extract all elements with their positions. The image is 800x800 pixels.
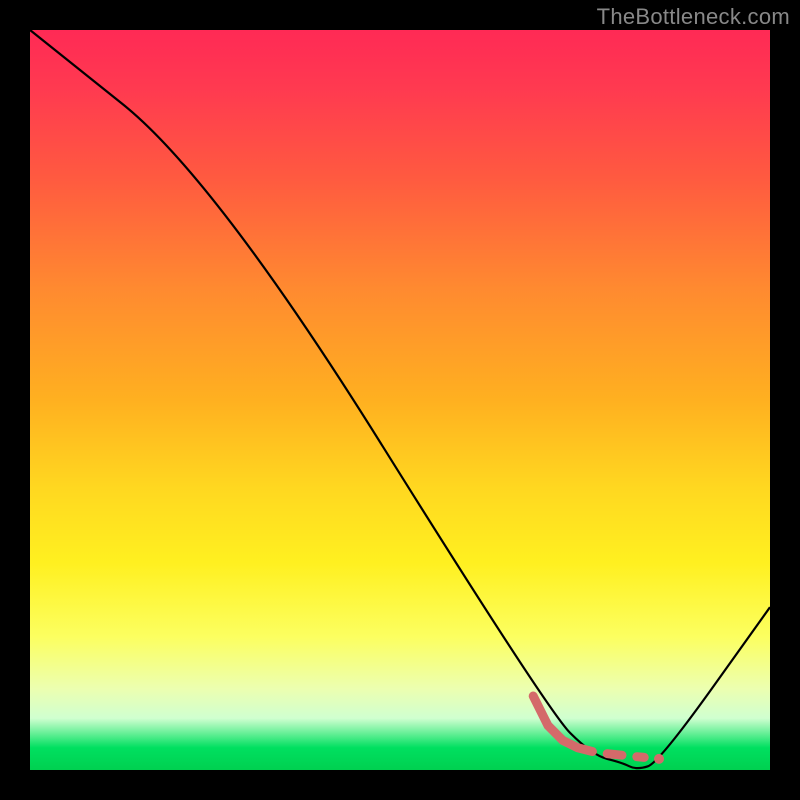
- main-curve-path: [30, 30, 770, 768]
- dash-segments: [607, 754, 644, 758]
- dash-segment: [637, 757, 644, 758]
- dash-segment: [607, 754, 622, 756]
- data-points: [654, 754, 664, 764]
- data-point: [654, 754, 664, 764]
- chart-svg: [30, 30, 770, 770]
- chart-plot-area: [30, 30, 770, 770]
- watermark-label: TheBottleneck.com: [597, 4, 790, 30]
